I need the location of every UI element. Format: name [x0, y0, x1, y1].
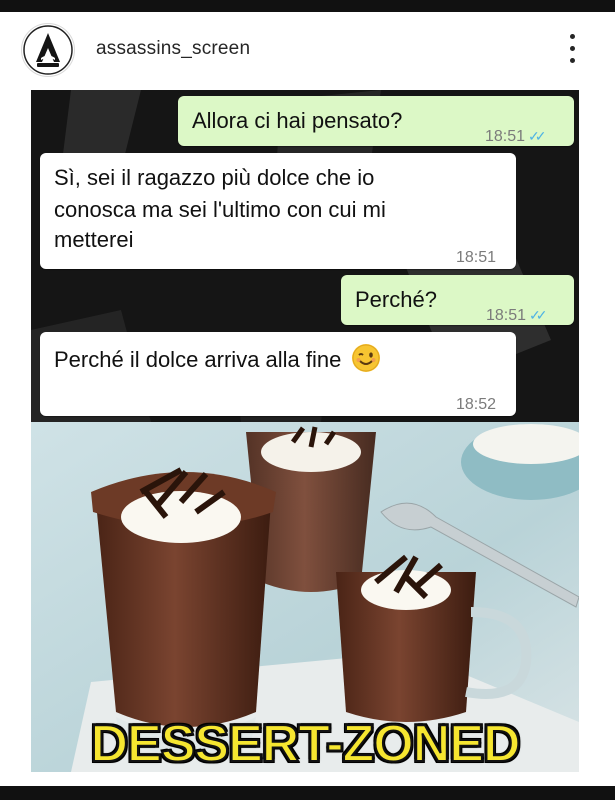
read-ticks-icon: ✓✓	[529, 307, 548, 323]
post-header: assassins_screen	[0, 12, 615, 90]
dessert-photo: DESSERT-ZONED	[31, 422, 579, 772]
message-text: Perché il dolce arriva alla fine	[54, 347, 342, 372]
message-time: 18:51	[486, 307, 527, 324]
status-bar	[0, 0, 615, 12]
message-text: Perché?	[355, 287, 437, 312]
message-time: 18:51	[485, 128, 526, 145]
post-username[interactable]: assassins_screen	[96, 38, 250, 60]
chat-screenshot: Allora ci hai pensato? 18:51 ✓✓ Sì, sei …	[31, 90, 579, 422]
message-time: 18:51	[456, 249, 497, 266]
message-text-line: Sì, sei il ragazzo più dolce che io	[54, 165, 375, 190]
post-image: Allora ci hai pensato? 18:51 ✓✓ Sì, sei …	[31, 90, 579, 772]
read-ticks-icon: ✓✓	[528, 128, 547, 144]
bottom-bar	[0, 786, 615, 800]
message-time: 18:52	[456, 396, 497, 413]
message-text: Allora ci hai pensato?	[192, 108, 403, 133]
assassins-creed-logo-icon	[23, 25, 73, 75]
message-text-line: metterei	[54, 227, 134, 252]
more-options-button[interactable]	[560, 32, 584, 66]
avatar[interactable]	[21, 23, 75, 77]
chat-message-incoming: Sì, sei il ragazzo più dolce che io cono…	[40, 153, 516, 269]
chat-message-incoming: Perché il dolce arriva alla fine 18:52	[40, 332, 516, 416]
more-vertical-icon	[570, 34, 575, 39]
meme-caption: DESSERT-ZONED	[89, 714, 521, 772]
chat-message-outgoing: Allora ci hai pensato? 18:51 ✓✓	[178, 96, 574, 146]
winking-face-icon	[351, 344, 380, 372]
message-text-line: conosca ma sei l'ultimo con cui mi	[54, 197, 386, 222]
chat-message-outgoing: Perché? 18:51 ✓✓	[341, 275, 574, 325]
